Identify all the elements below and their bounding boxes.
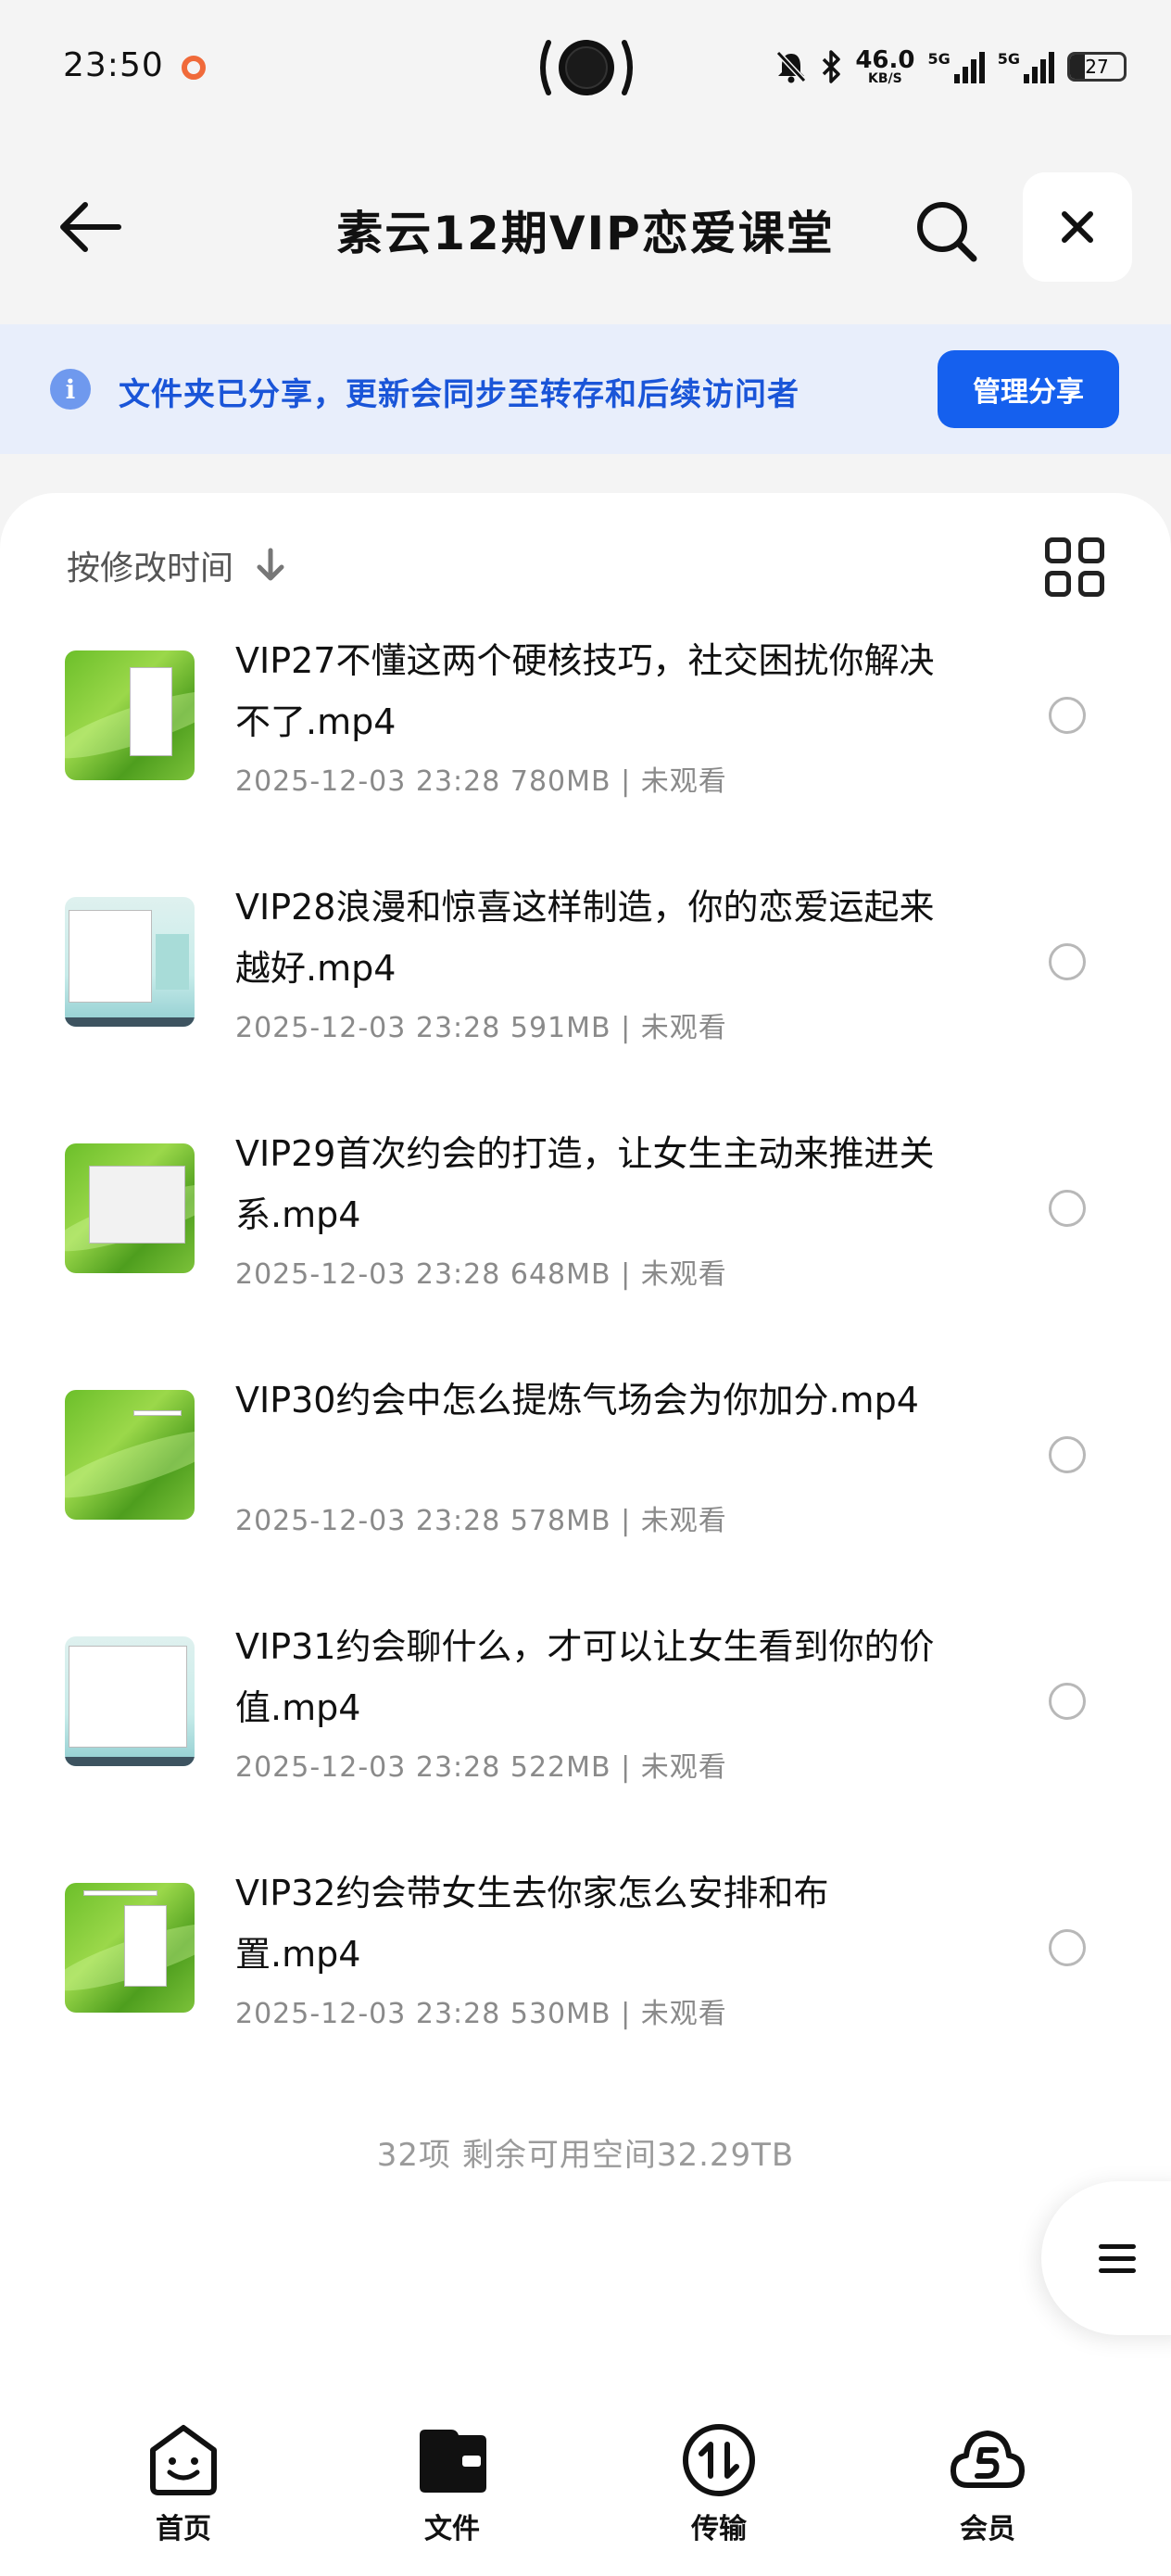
top-bar: 素云12期VIP恋爱课堂 bbox=[0, 167, 1171, 287]
file-list-card: 按修改时间 VIP27不懂这两个硬核技巧，社交困扰你解决不了.mp4 2025-… bbox=[0, 493, 1171, 2402]
battery-icon: 27 bbox=[1067, 52, 1127, 82]
nav-home[interactable]: 首页 bbox=[109, 2422, 258, 2546]
file-name: VIP31约会聊什么，才可以让女生看到你的价值.mp4 bbox=[235, 1626, 935, 1728]
nav-transfer[interactable]: 传输 bbox=[645, 2422, 793, 2546]
file-meta: 2025-12-03 23:28 591MB | 未观看 bbox=[235, 1012, 727, 1044]
file-name: VIP30约会中怎么提炼气场会为你加分.mp4 bbox=[235, 1380, 919, 1421]
bell-mute-icon bbox=[776, 50, 807, 83]
bluetooth-icon bbox=[823, 50, 841, 83]
storage-summary: 32项 剩余可用空间32.29TB bbox=[376, 2137, 795, 2174]
file-name: VIP29首次约会的打造，让女生主动来推进关系.mp4 bbox=[235, 1133, 935, 1235]
arrow-down-icon bbox=[257, 548, 284, 581]
video-thumbnail bbox=[65, 1143, 195, 1273]
search-button[interactable] bbox=[906, 191, 988, 272]
select-radio[interactable] bbox=[1049, 1683, 1086, 1720]
menu-icon bbox=[1099, 2237, 1136, 2280]
front-camera-icon bbox=[540, 40, 633, 95]
info-icon: i bbox=[50, 369, 91, 410]
nav-transfer-label: 传输 bbox=[691, 2513, 747, 2545]
video-thumbnail bbox=[65, 1390, 195, 1520]
nav-files[interactable]: 文件 bbox=[378, 2422, 526, 2546]
file-meta: 2025-12-03 23:28 530MB | 未观看 bbox=[235, 1998, 727, 2030]
file-meta: 2025-12-03 23:28 648MB | 未观看 bbox=[235, 1258, 727, 1291]
manage-share-button[interactable]: 管理分享 bbox=[938, 350, 1119, 428]
file-name: VIP27不懂这两个硬核技巧，社交困扰你解决不了.mp4 bbox=[235, 640, 935, 742]
vip-cloud-icon bbox=[951, 2431, 1025, 2488]
share-notice-text: 文件夹已分享，更新会同步至转存和后续访问者 bbox=[119, 376, 800, 413]
search-icon bbox=[917, 202, 977, 262]
file-row[interactable]: VIP28浪漫和惊喜这样制造，你的恋爱运起来越好.mp4 2025-12-03 … bbox=[0, 869, 1171, 1116]
file-row[interactable]: VIP32约会带女生去你家怎么安排和布置.mp4 2025-12-03 23:2… bbox=[0, 1855, 1171, 2102]
signal-sim1: 5G bbox=[927, 50, 985, 83]
nav-vip[interactable]: 会员 bbox=[913, 2422, 1062, 2546]
select-radio[interactable] bbox=[1049, 1929, 1086, 1966]
file-row[interactable]: VIP30约会中怎么提炼气场会为你加分.mp4 2025-12-03 23:28… bbox=[0, 1362, 1171, 1609]
close-button[interactable] bbox=[1023, 172, 1132, 282]
recording-icon bbox=[182, 56, 206, 80]
signal-sim2: 5G bbox=[998, 50, 1054, 83]
file-row[interactable]: VIP29首次约会的打造，让女生主动来推进关系.mp4 2025-12-03 2… bbox=[0, 1116, 1171, 1362]
sort-label: 按修改时间 bbox=[67, 549, 234, 587]
select-radio[interactable] bbox=[1049, 697, 1086, 734]
page-title: 素云12期VIP恋爱课堂 bbox=[336, 207, 835, 260]
network-speed: 46.0 KB/S bbox=[855, 46, 915, 86]
file-meta: 2025-12-03 23:28 522MB | 未观看 bbox=[235, 1751, 727, 1784]
file-name: VIP28浪漫和惊喜这样制造，你的恋爱运起来越好.mp4 bbox=[235, 887, 935, 989]
video-thumbnail bbox=[65, 1883, 195, 2013]
home-face-icon bbox=[150, 2425, 217, 2495]
close-icon bbox=[1062, 211, 1093, 243]
nav-files-label: 文件 bbox=[424, 2513, 480, 2545]
status-bar: 23:50 46.0 KB/S 5G 5G 27 bbox=[0, 0, 1171, 139]
file-row[interactable]: VIP31约会聊什么，才可以让女生看到你的价值.mp4 2025-12-03 2… bbox=[0, 1609, 1171, 1855]
select-radio[interactable] bbox=[1049, 1190, 1086, 1227]
grid-view-icon[interactable] bbox=[1045, 537, 1104, 597]
video-thumbnail bbox=[65, 1636, 195, 1766]
file-row[interactable]: VIP27不懂这两个硬核技巧，社交困扰你解决不了.mp4 2025-12-03 … bbox=[0, 623, 1171, 869]
bottom-nav: 首页 文件 传输 会员 bbox=[0, 2402, 1171, 2576]
status-time: 23:50 bbox=[63, 46, 164, 84]
file-name: VIP32约会带女生去你家怎么安排和布置.mp4 bbox=[235, 1873, 829, 1975]
select-radio[interactable] bbox=[1049, 943, 1086, 980]
select-radio[interactable] bbox=[1049, 1436, 1086, 1473]
video-thumbnail bbox=[65, 897, 195, 1027]
folder-icon bbox=[420, 2430, 486, 2493]
sort-selector[interactable]: 按修改时间 bbox=[67, 541, 285, 589]
file-list: VIP27不懂这两个硬核技巧，社交困扰你解决不了.mp4 2025-12-03 … bbox=[0, 623, 1171, 2102]
file-meta: 2025-12-03 23:28 780MB | 未观看 bbox=[235, 765, 727, 798]
nav-home-label: 首页 bbox=[156, 2513, 211, 2545]
transfer-icon bbox=[683, 2424, 755, 2496]
file-meta: 2025-12-03 23:28 578MB | 未观看 bbox=[235, 1505, 727, 1537]
share-notice-banner: i 文件夹已分享，更新会同步至转存和后续访问者 管理分享 bbox=[0, 324, 1171, 454]
nav-vip-label: 会员 bbox=[960, 2513, 1015, 2545]
video-thumbnail bbox=[65, 650, 195, 780]
